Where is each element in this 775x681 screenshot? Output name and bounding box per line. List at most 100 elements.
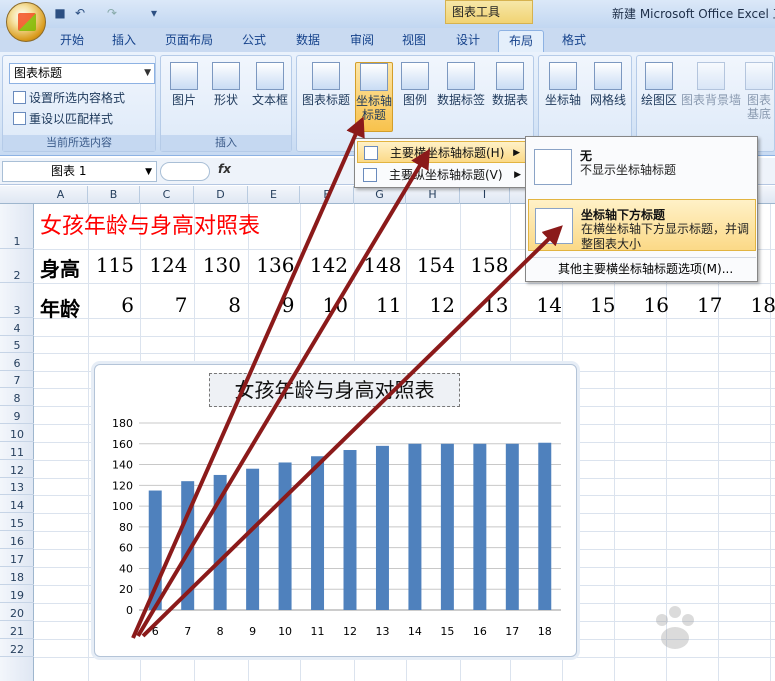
function-icon[interactable]: fx bbox=[218, 162, 231, 176]
data-table-button[interactable]: 数据表 bbox=[489, 62, 531, 132]
axes-button[interactable]: 坐标轴 bbox=[543, 62, 583, 132]
chevron-down-icon[interactable]: ▼ bbox=[144, 64, 151, 83]
tab-page-layout[interactable]: 页面布局 bbox=[158, 30, 220, 52]
primary-horizontal-axis-title-item[interactable]: 主要横坐标轴标题(H) ▶ bbox=[357, 141, 527, 163]
tab-layout[interactable]: 布局 bbox=[498, 30, 544, 52]
legend-button[interactable]: 图例 bbox=[397, 62, 433, 132]
value-cell[interactable]: 15 bbox=[556, 293, 615, 317]
value-cell[interactable]: 136 bbox=[235, 253, 294, 277]
name-box[interactable]: 图表 1 ▼ bbox=[2, 161, 157, 182]
axis-titles-button[interactable]: 坐标轴 标题 bbox=[355, 62, 393, 132]
chart-floor-button[interactable]: 图表 基底 bbox=[743, 62, 775, 132]
textbox-button[interactable]: 文本框 bbox=[249, 62, 291, 132]
bar-chart: 0 20 40 60 80 100 120 140 160 180 6 7 8 9 10 11 12 13 14 15… bbox=[112, 417, 561, 638]
gridlines-button[interactable]: 网格线 bbox=[587, 62, 629, 132]
row-header[interactable]: 1 bbox=[0, 204, 34, 249]
more-axis-title-options[interactable]: 其他主要横坐标轴标题选项(M)... bbox=[528, 257, 756, 279]
row-header[interactable]: 15 bbox=[0, 513, 34, 531]
tab-design[interactable]: 设计 bbox=[446, 30, 490, 52]
row-header[interactable]: 11 bbox=[0, 442, 34, 460]
column-header[interactable]: A bbox=[34, 186, 88, 204]
axis-titles-label-1: 坐标轴 bbox=[356, 94, 393, 108]
value-cell[interactable]: 16 bbox=[609, 293, 669, 317]
primary-vertical-axis-title-item[interactable]: 主要纵坐标轴标题(V) ▶ bbox=[357, 164, 527, 186]
data-labels-button[interactable]: 数据标签 bbox=[437, 62, 485, 132]
format-selection-button[interactable]: 设置所选内容格式 bbox=[13, 89, 125, 106]
column-header[interactable]: E bbox=[248, 186, 300, 204]
value-cell[interactable]: 14 bbox=[502, 293, 562, 317]
tab-review[interactable]: 审阅 bbox=[340, 30, 384, 52]
row-header[interactable]: 7 bbox=[0, 371, 34, 388]
row-header[interactable]: 2 bbox=[0, 249, 34, 283]
row-header[interactable]: 18 bbox=[0, 567, 34, 585]
chart-title-button[interactable]: 图表标题 bbox=[301, 62, 351, 132]
row-header[interactable]: 20 bbox=[0, 603, 34, 621]
value-cell[interactable]: 9 bbox=[235, 293, 295, 317]
customize-qat-icon[interactable]: ▾ bbox=[146, 5, 162, 21]
value-cell[interactable]: 115 bbox=[74, 253, 134, 277]
row-header[interactable]: 22 bbox=[0, 639, 34, 657]
chart-title[interactable]: 女孩年龄与身高对照表 bbox=[209, 373, 460, 407]
tab-data[interactable]: 数据 bbox=[286, 30, 330, 52]
row-header[interactable]: 5 bbox=[0, 336, 34, 353]
row-header[interactable]: 3 bbox=[0, 283, 34, 318]
undo-icon[interactable]: ↶ bbox=[72, 5, 88, 21]
row-header[interactable]: 14 bbox=[0, 495, 34, 513]
column-header[interactable]: H bbox=[406, 186, 460, 204]
column-header[interactable]: G bbox=[354, 186, 406, 204]
value-cell[interactable]: 12 bbox=[395, 293, 455, 317]
row-header[interactable]: 8 bbox=[0, 388, 34, 406]
tab-formulas[interactable]: 公式 bbox=[232, 30, 276, 52]
value-cell[interactable]: 148 bbox=[342, 253, 401, 277]
save-icon[interactable]: ■ bbox=[52, 5, 68, 21]
value-cell[interactable]: 18 bbox=[716, 293, 775, 317]
row-header[interactable]: 6 bbox=[0, 353, 34, 371]
value-cell[interactable]: 10 bbox=[288, 293, 348, 317]
tab-home[interactable]: 开始 bbox=[52, 30, 92, 52]
cell-a1-title[interactable]: 女孩年龄与身高对照表 bbox=[40, 208, 260, 240]
value-cell[interactable]: 11 bbox=[342, 293, 401, 317]
value-cell[interactable]: 13 bbox=[449, 293, 508, 317]
chart-element-combo[interactable]: 图表标题 ▼ bbox=[9, 63, 155, 84]
chart-wall-button[interactable]: 图表背景墙 bbox=[681, 62, 741, 132]
chevron-down-icon[interactable]: ▼ bbox=[145, 163, 152, 182]
tab-insert[interactable]: 插入 bbox=[104, 30, 144, 52]
picture-button[interactable]: 图片 bbox=[165, 62, 203, 132]
row-header[interactable]: 10 bbox=[0, 424, 34, 442]
tab-view[interactable]: 视图 bbox=[394, 30, 434, 52]
row-header[interactable]: 13 bbox=[0, 478, 34, 495]
column-header[interactable]: D bbox=[194, 186, 248, 204]
row-header[interactable]: 19 bbox=[0, 585, 34, 603]
ribbon-tabs: 开始 插入 页面布局 公式 数据 审阅 视图 设计 布局 格式 bbox=[0, 28, 775, 52]
row-header[interactable]: 4 bbox=[0, 318, 34, 336]
column-header[interactable]: C bbox=[140, 186, 194, 204]
column-header[interactable]: F bbox=[300, 186, 354, 204]
tab-format[interactable]: 格式 bbox=[552, 30, 596, 52]
column-header[interactable]: I bbox=[460, 186, 510, 204]
shapes-button[interactable]: 形状 bbox=[207, 62, 245, 132]
value-cell[interactable]: 6 bbox=[74, 293, 134, 317]
row-header[interactable]: 12 bbox=[0, 460, 34, 478]
column-header[interactable]: B bbox=[88, 186, 140, 204]
office-button[interactable] bbox=[6, 2, 46, 42]
redo-icon[interactable]: ↷ bbox=[104, 5, 120, 21]
value-cell[interactable]: 124 bbox=[128, 253, 187, 277]
value-cell[interactable]: 154 bbox=[395, 253, 455, 277]
row-header[interactable]: 9 bbox=[0, 406, 34, 424]
plot-area-button[interactable]: 绘图区 bbox=[639, 62, 679, 132]
bar bbox=[311, 456, 325, 610]
value-cell[interactable]: 158 bbox=[449, 253, 508, 277]
reset-style-button[interactable]: 重设以匹配样式 bbox=[13, 110, 113, 127]
row-header[interactable]: 21 bbox=[0, 621, 34, 639]
value-cell[interactable]: 142 bbox=[288, 253, 348, 277]
row-header[interactable]: 16 bbox=[0, 531, 34, 549]
value-cell[interactable]: 8 bbox=[181, 293, 241, 317]
value-cell[interactable]: 17 bbox=[663, 293, 722, 317]
value-cell[interactable]: 130 bbox=[181, 253, 241, 277]
chart-object[interactable]: 0 20 40 60 80 100 120 140 160 180 6 7 8 9 10 11 12 13 14 15… bbox=[94, 364, 577, 657]
value-cell[interactable]: 7 bbox=[128, 293, 188, 317]
row-header[interactable]: 17 bbox=[0, 549, 34, 567]
option-none[interactable]: 无 不显示坐标轴标题 bbox=[528, 141, 756, 193]
option-title-below-axis[interactable]: 坐标轴下方标题 在横坐标轴下方显示标题，并调整图表大小 bbox=[528, 199, 756, 251]
chart-tools-label: 图表工具 bbox=[445, 0, 533, 24]
